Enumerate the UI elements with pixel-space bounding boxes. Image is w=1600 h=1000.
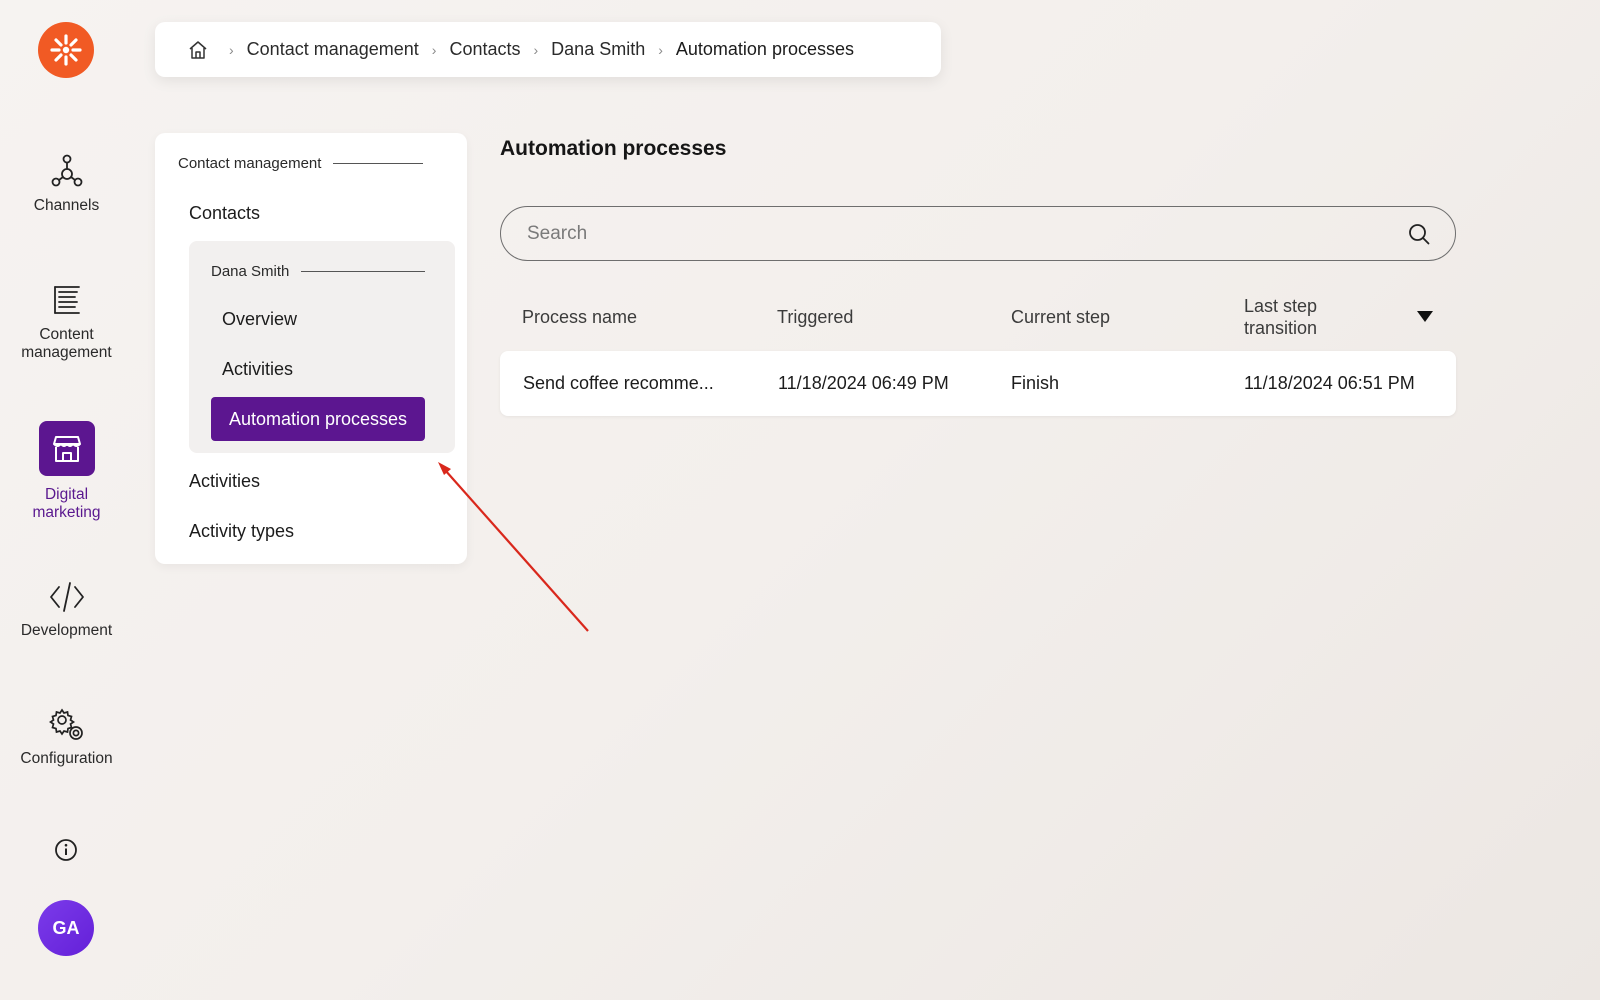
rail-label-development: Development [20,622,113,639]
cell-current-step: Finish [1011,373,1060,393]
rail-item-content-management[interactable]: Content management [0,284,133,362]
cell-process-name: Send coffee recomme... [523,373,714,393]
rail-item-digital-marketing[interactable]: Digital marketing [0,421,133,522]
rail-label-channels: Channels [33,197,100,214]
search-input[interactable] [525,221,1407,246]
breadcrumb-contacts[interactable]: Contacts [449,39,520,60]
home-icon[interactable] [188,40,208,60]
rail-label-content: Content [39,326,94,343]
column-header-last-step-line1: Last step [1244,296,1318,316]
rail-label-management: management [21,344,112,361]
digital-marketing-icon [38,421,95,476]
contact-name: Dana Smith [211,263,290,280]
search-icon[interactable] [1407,222,1431,246]
breadcrumb-automation-processes: Automation processes [675,39,854,59]
code-icon [49,582,84,612]
sort-descending-icon[interactable] [1417,311,1433,323]
user-avatar[interactable]: GA [38,900,94,956]
contact-subnav: Dana Smith Overview Activities Automatio… [189,241,455,453]
breadcrumb: › Contact management › Contacts › Dana S… [155,22,941,77]
contact-management-nav: Contact management Contacts Dana Smith O… [155,133,467,564]
contact-heading: Dana Smith [211,263,426,280]
breadcrumb-dana-smith[interactable]: Dana Smith [551,39,645,60]
settings-gears-icon [48,708,83,740]
rail-item-channels[interactable]: Channels [0,153,133,215]
nav-item-contacts[interactable]: Contacts [189,203,260,224]
rail-label-marketing: marketing [32,504,101,521]
nav-item-activity-types[interactable]: Activity types [189,521,294,542]
nav-section-heading: Contact management [178,155,424,172]
rail-label-configuration: Configuration [20,750,113,767]
left-navigation-rail: Channels Content management Digital mark… [0,0,133,1000]
rail-item-development[interactable]: Development [0,580,133,640]
chevron-right-icon: › [533,41,539,58]
table-row[interactable]: Send coffee recomme... 11/18/2024 06:49 … [500,351,1456,416]
breadcrumb-contact-management[interactable]: Contact management [247,39,419,60]
nav-item-activities[interactable]: Activities [189,471,260,492]
chevron-right-icon: › [431,41,437,58]
rail-label-digital: Digital [44,486,89,503]
cell-triggered: 11/18/2024 06:49 PM [778,373,949,393]
page-title: Automation processes [500,137,727,160]
column-header-last-step-transition[interactable]: Last step transition [1244,295,1317,339]
divider [301,271,426,272]
app-logo-icon[interactable] [38,22,94,78]
divider [333,163,424,164]
nav-item-contact-activities[interactable]: Activities [222,359,293,380]
search-bar [500,206,1456,261]
nav-section-title: Contact management [178,155,322,172]
chevron-right-icon: › [658,41,663,58]
nav-item-overview[interactable]: Overview [222,309,297,330]
rail-item-configuration[interactable]: Configuration [0,708,133,768]
column-header-last-step-line2: transition [1244,318,1318,338]
column-header-process-name[interactable]: Process name [522,306,637,328]
channels-icon [51,154,82,187]
cell-last-step-transition: 11/18/2024 06:51 PM [1244,373,1415,393]
info-icon[interactable] [54,838,78,862]
chevron-right-icon: › [229,41,234,58]
column-header-triggered[interactable]: Triggered [777,306,853,328]
column-header-current-step[interactable]: Current step [1011,306,1110,328]
content-management-icon [53,286,80,314]
nav-item-automation-processes[interactable]: Automation processes [211,397,425,441]
